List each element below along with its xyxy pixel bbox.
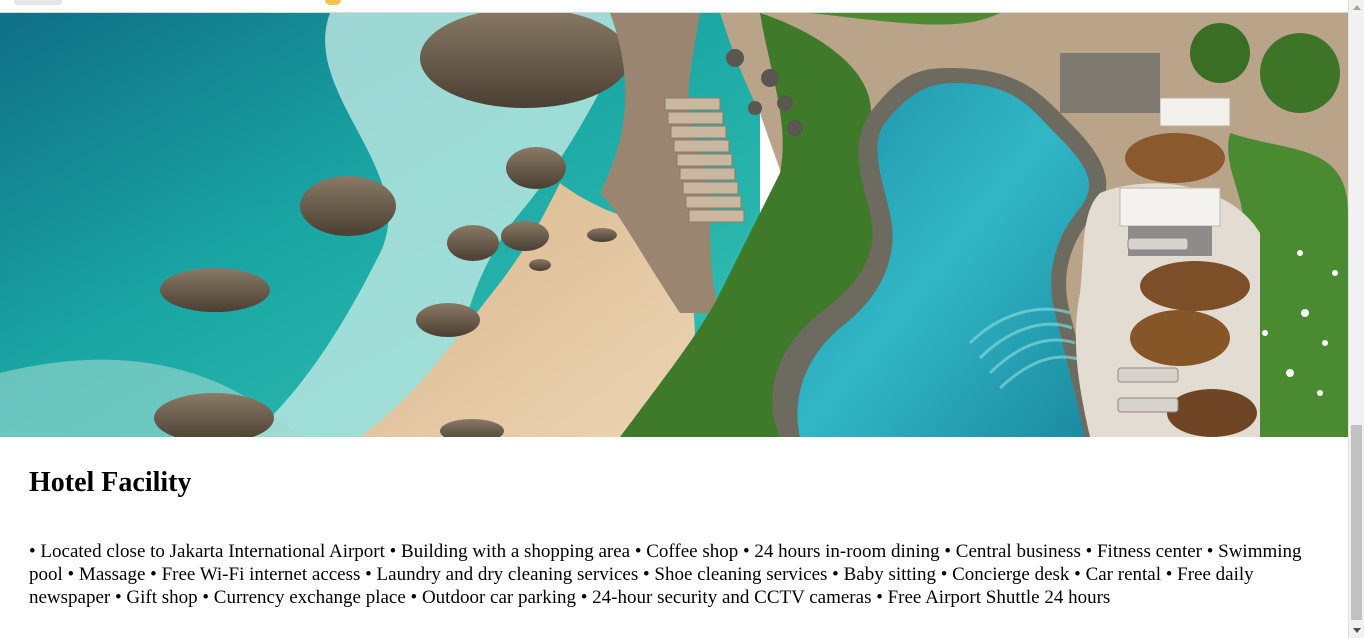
scrollbar-thumb[interactable] [1351, 425, 1362, 620]
hotel-hero-image [0, 13, 1348, 437]
page-viewport: Hotel Facility • Located close to Jakart… [0, 0, 1364, 638]
scroll-down-arrow-icon[interactable] [1353, 628, 1361, 633]
previous-badge-edge [325, 0, 341, 5]
scroll-up-arrow-icon[interactable] [1353, 5, 1361, 10]
hotel-facility-list: • Located close to Jakarta International… [29, 541, 1302, 608]
hotel-facility-section: Hotel Facility • Located close to Jakart… [29, 458, 1329, 609]
vertical-scrollbar[interactable] [1348, 0, 1364, 638]
previous-element-edge [14, 0, 62, 5]
hotel-facility-heading: Hotel Facility [29, 467, 192, 498]
resort-cliff-pool-beach-photo [0, 13, 1348, 437]
previous-section-edge [0, 0, 1348, 13]
